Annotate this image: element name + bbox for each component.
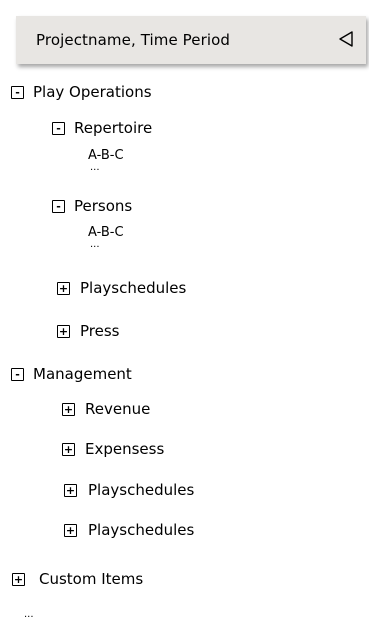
list-more: ... [90,239,100,250]
list-item[interactable]: A-B-C [88,149,124,163]
tree-label: Playschedules [88,481,195,499]
expand-toggle[interactable]: + [62,403,75,416]
tree-label: Play Operations [33,83,152,101]
tree-label: Persons [74,197,133,215]
tree-label: Press [80,322,120,340]
triangle-left-icon[interactable] [338,30,354,48]
collapse-toggle[interactable]: - [11,368,24,381]
expand-toggle[interactable]: + [12,573,25,586]
expand-toggle[interactable]: + [57,282,70,295]
collapse-toggle[interactable]: - [52,200,65,213]
project-title: Projectname, Time Period [36,31,231,49]
expand-toggle[interactable]: + [62,443,75,456]
tree-label: Custom Items [39,570,144,588]
expand-toggle[interactable]: + [64,484,77,497]
tree-label: Revenue [85,400,151,418]
tree-label: Playschedules [80,279,187,297]
collapse-toggle[interactable]: - [52,122,65,135]
expand-toggle[interactable]: + [64,524,77,537]
tree-label: Expensess [85,440,165,458]
expand-toggle[interactable]: + [57,325,70,338]
collapse-toggle[interactable]: - [11,86,24,99]
tree-label: Repertoire [74,119,153,137]
list-item[interactable]: A-B-C [88,226,124,240]
list-more: ... [90,162,100,173]
project-header[interactable]: Projectname, Time Period [16,16,366,64]
tree-label: Management [33,365,132,383]
tree-label: Playschedules [88,521,195,539]
